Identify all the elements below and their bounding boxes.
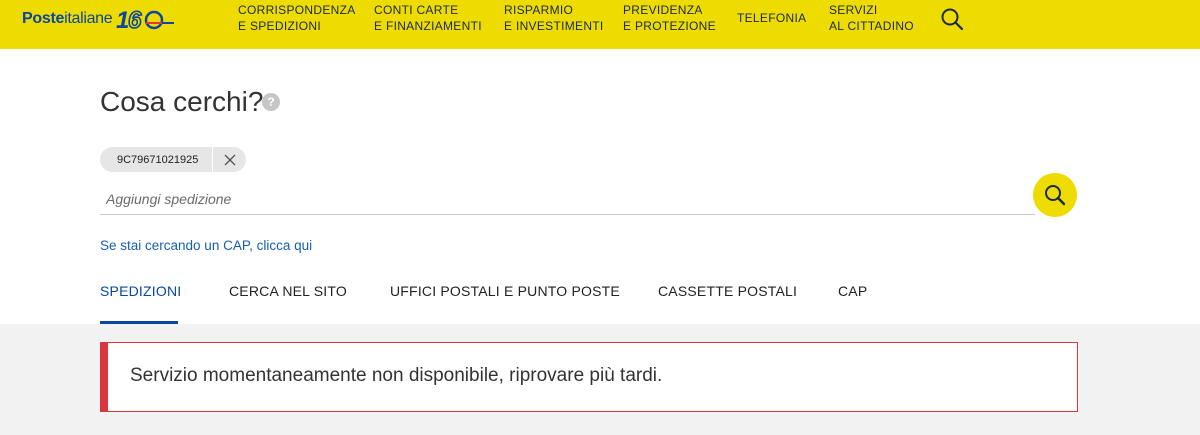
tab-cassette-postali[interactable]: CASSETTE POSTALI [658,283,797,299]
nav-label-line2: E SPEDIZIONI [238,19,321,33]
tab-cerca-nel-sito[interactable]: CERCA NEL SITO [229,283,347,299]
cap-search-link[interactable]: Se stai cercando un CAP, clicca qui [100,238,312,253]
nav-label-line2: AL CITTADINO [829,19,914,33]
help-icon[interactable]: ? [262,93,280,111]
tab-spedizioni[interactable]: SPEDIZIONI [100,283,181,299]
page-title: Cosa cerchi? [100,86,264,117]
nav-label-line1: RISPARMIO [504,3,574,17]
nav-label-line2: E PROTEZIONE [623,19,716,33]
close-icon [224,154,235,165]
nav-servizi-cittadino[interactable]: SERVIZI AL CITTADINO [829,2,914,34]
nav-label-line1: PREVIDENZA [623,3,703,17]
nav-conti-carte-finanziamenti[interactable]: CONTI CARTE E FINANZIAMENTI [374,2,482,34]
nav-label-line1: CORRISPONDENZA [238,3,356,17]
anniversary-160-logo: 1 6 [116,6,176,32]
poste-italiane-logo[interactable]: Posteitaliane 1 6 [22,6,176,32]
header-search-icon[interactable] [939,6,965,32]
brand-name: Posteitaliane [22,10,113,28]
search-icon [1045,185,1066,206]
tab-uffici-postali[interactable]: UFFICI POSTALI E PUNTO POSTE [390,283,620,299]
nav-label-line2: E INVESTIMENTI [504,19,604,33]
nav-telefonia[interactable]: TELEFONIA [737,10,806,26]
brand-bold: Poste [22,10,65,27]
nav-corrispondenza-spedizioni[interactable]: CORRISPONDENZA E SPEDIZIONI [238,2,356,34]
add-shipment-input[interactable] [100,184,1035,215]
tracking-code-chip: 9C79671021925 [100,147,246,172]
tracking-code: 9C79671021925 [117,153,199,166]
remove-chip-button[interactable] [213,147,246,172]
nav-label-line2: E FINANZIAMENTI [374,19,482,33]
error-message: Servizio momentaneamente non disponibile… [130,365,663,386]
nav-label-line1: CONTI CARTE [374,3,459,17]
nav-label-line1: SERVIZI [829,3,878,17]
error-alert: Servizio momentaneamente non disponibile… [100,342,1078,412]
nav-risparmio-investimenti[interactable]: RISPARMIO E INVESTIMENTI [504,2,604,34]
tab-cap[interactable]: CAP [838,283,867,299]
nav-label-line1: TELEFONIA [737,11,807,25]
nav-previdenza-protezione[interactable]: PREVIDENZA E PROTEZIONE [623,2,716,34]
brand-light: italiane [64,10,113,27]
svg-text:6: 6 [128,7,142,32]
search-button[interactable] [1033,173,1077,217]
top-navigation-bar: Posteitaliane 1 6 CORRISPONDENZA E SPEDI… [0,0,1200,49]
